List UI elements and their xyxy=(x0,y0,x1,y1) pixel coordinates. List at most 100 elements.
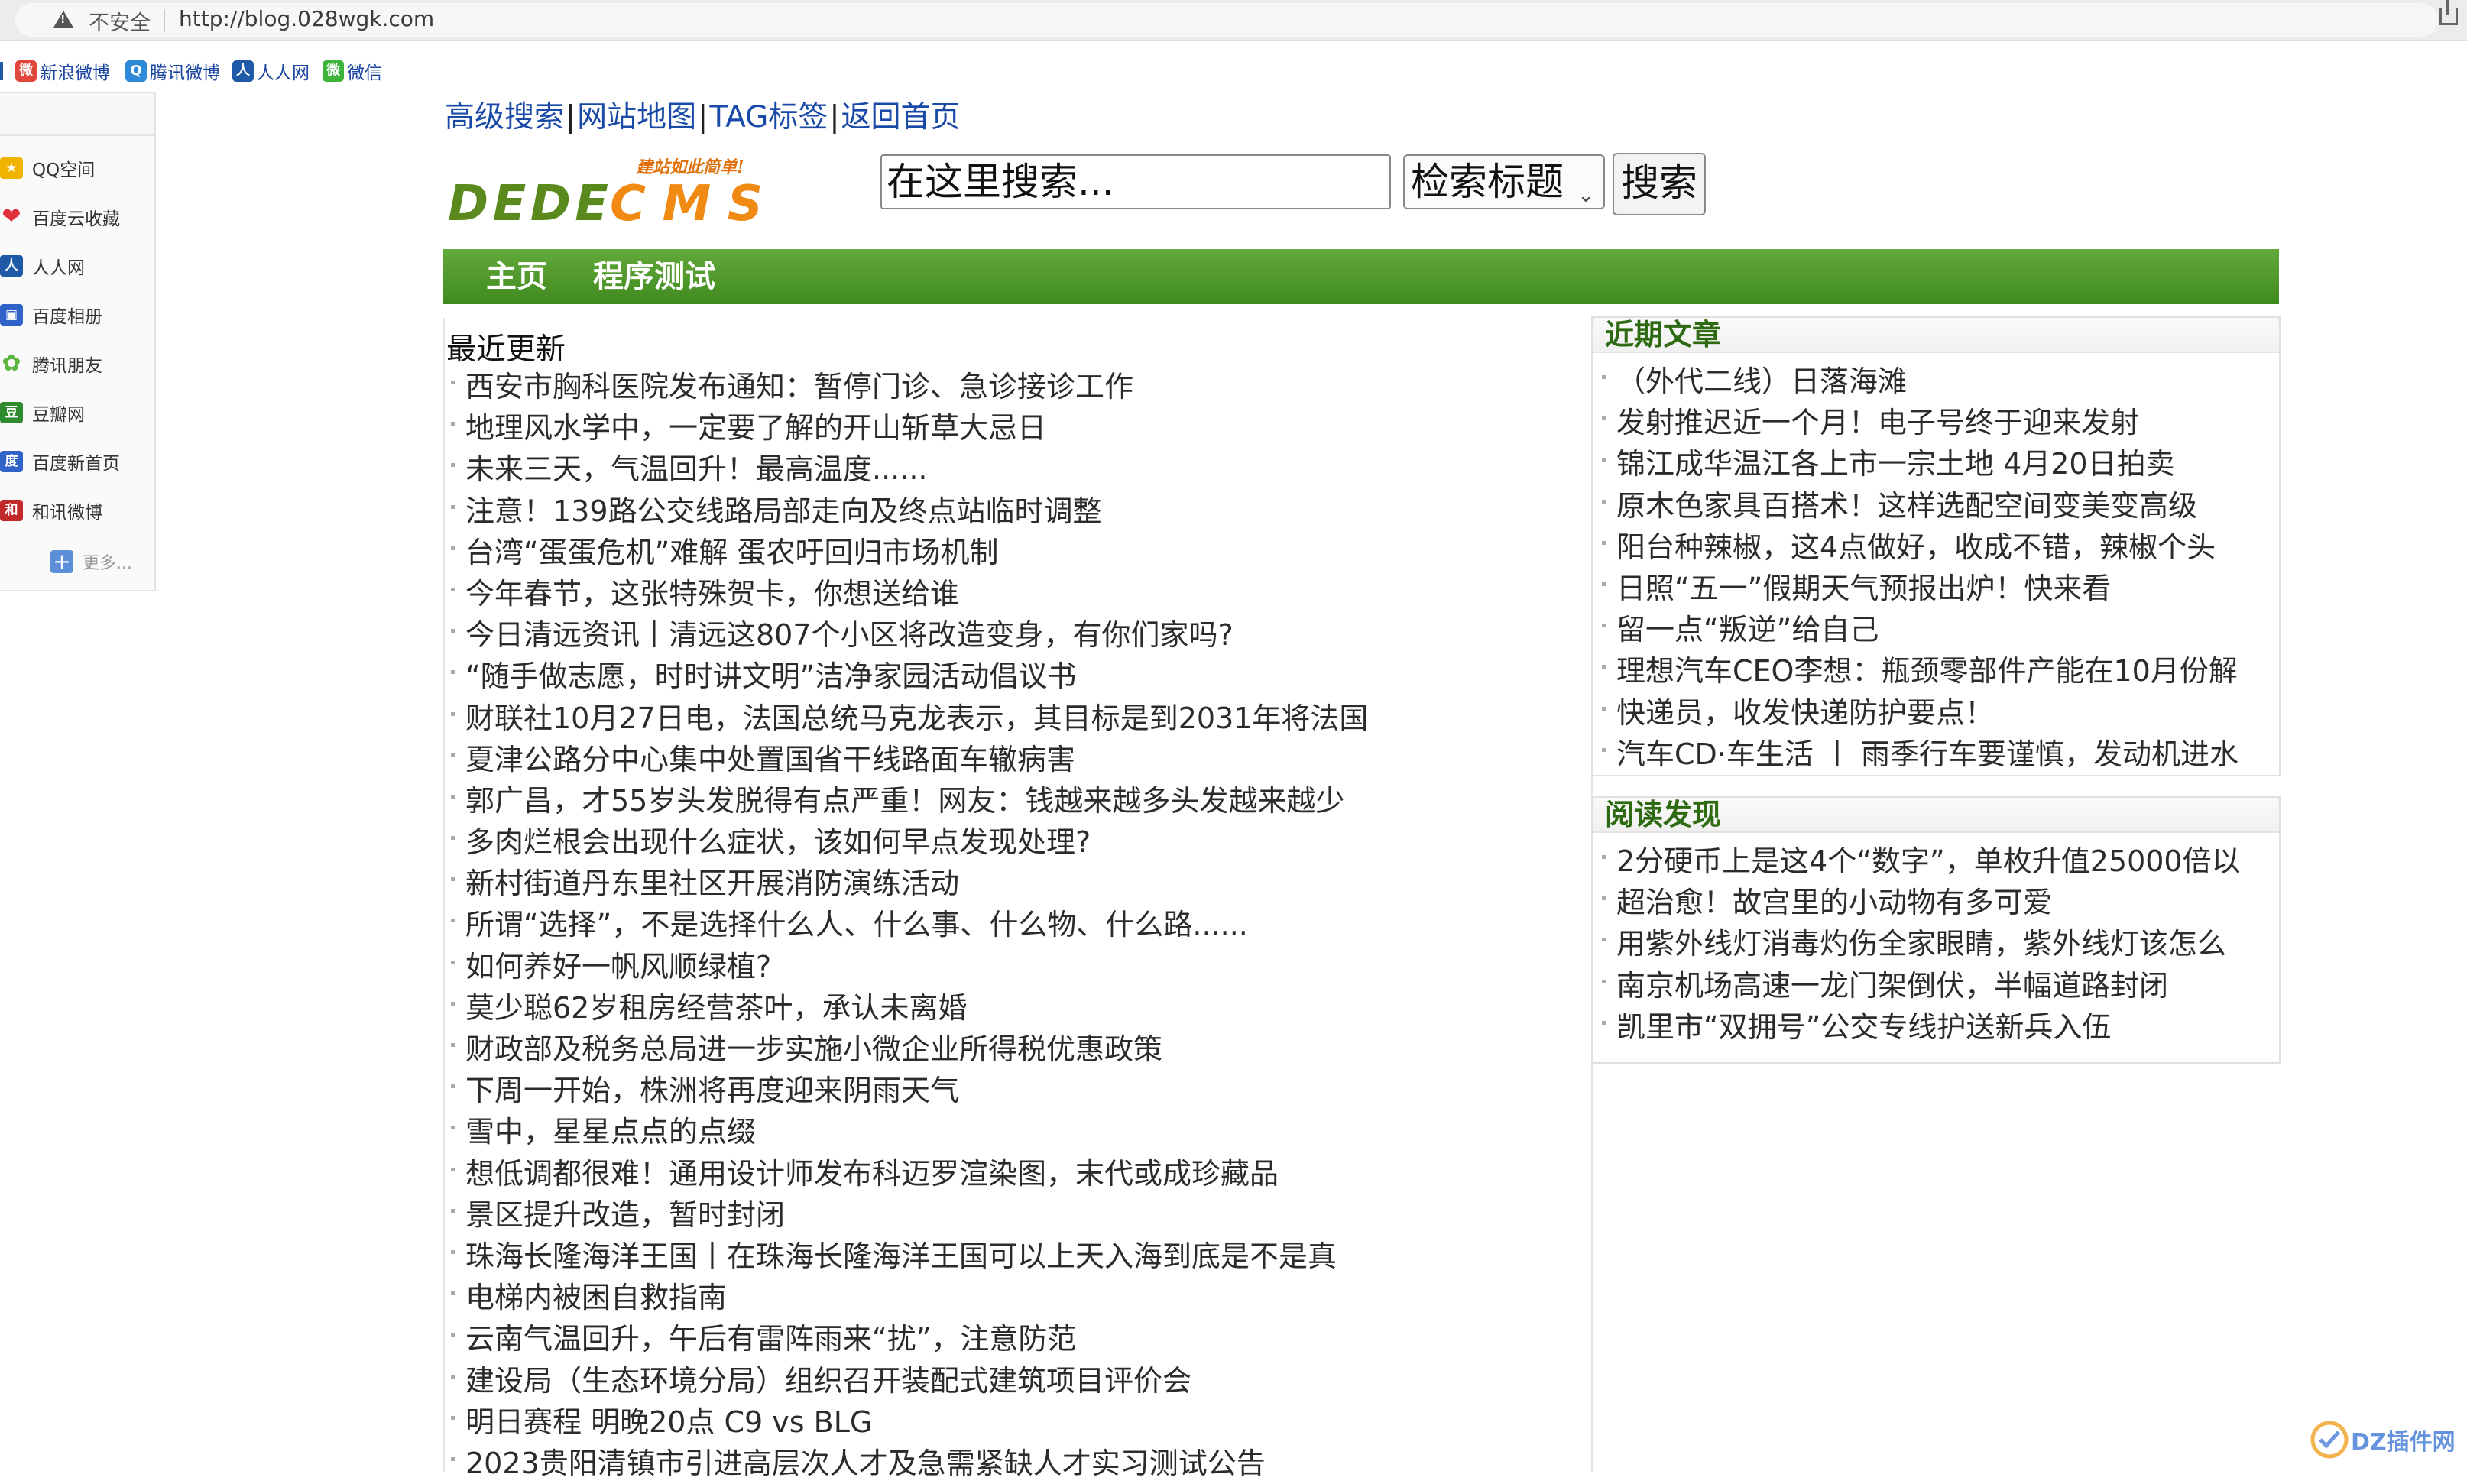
top-links: 高级搜索|网站地图|TAG标签|返回首页 xyxy=(445,93,960,136)
list-item[interactable]: 珠海长隆海洋王国丨在珠海长隆海洋王国可以上天入海到底是不是真 xyxy=(451,1236,1368,1277)
list-item[interactable]: 用紫外线灯消毒灼伤全家眼睛，紫外线灯该怎么 xyxy=(1602,923,2279,964)
recent-list: （外代二线）日落海滩 发射推迟近一个月！电子号终于迎来发射 锦江成华温江各上市一… xyxy=(1593,353,2279,775)
share-item-renren[interactable]: 人 人人网 xyxy=(0,251,85,281)
list-item[interactable]: 郭广昌，才55岁头发脱得有点严重！网友：钱越来越多头发越来越少 xyxy=(451,780,1368,821)
list-item[interactable]: 阳台种辣椒，这4点做好，收成不错，辣椒个头 xyxy=(1602,527,2279,568)
share-more-button[interactable]: + 更多... xyxy=(50,548,132,575)
share-item-baidu-home[interactable]: 度 百度新首页 xyxy=(0,446,120,477)
list-item[interactable]: 2023贵阳清镇市引进高层次人才及急需紧缺人才实习测试公告 xyxy=(451,1443,1368,1484)
list-item[interactable]: 云南气温回升，午后有雷阵雨来“扰”，注意防范 xyxy=(451,1318,1368,1359)
list-item[interactable]: 留一点“叛逆”给自己 xyxy=(1602,609,2279,650)
bookmark-sina-weibo[interactable]: 微 新浪微博 xyxy=(15,58,110,84)
bookmark-wechat[interactable]: 微 微信 xyxy=(323,58,382,84)
latest-title: 最近更新 xyxy=(446,332,566,367)
list-item[interactable]: 地理风水学中，一定要了解的开山斩草大忌日 xyxy=(451,407,1368,449)
list-item[interactable]: 景区提升改造，暂时封闭 xyxy=(451,1194,1368,1236)
list-item[interactable]: 快递员，收发快递防护要点！ xyxy=(1602,692,2279,734)
share-item-label: 百度新首页 xyxy=(32,454,120,474)
list-item[interactable]: 新村街道丹东里社区开展消防演练活动 xyxy=(451,863,1368,904)
list-item[interactable]: 超治愈！故宫里的小动物有多可爱 xyxy=(1602,882,2279,923)
share-item-label: 和讯微博 xyxy=(32,503,102,523)
share-item-hexun[interactable]: 和 和讯微博 xyxy=(0,495,102,526)
home-link[interactable]: 返回首页 xyxy=(841,100,960,134)
url-text[interactable]: http://blog.028wgk.com xyxy=(179,6,434,31)
share-item-baidu-cloud[interactable]: ❤ 百度云收藏 xyxy=(0,202,120,232)
share-item-qzone[interactable]: ★ QQ空间 xyxy=(0,153,95,183)
main-nav: 主页 程序测试 xyxy=(443,249,2279,304)
bookmark-label: 人人网 xyxy=(257,63,310,83)
recent-articles-box: 近期文章 （外代二线）日落海滩 发射推迟近一个月！电子号终于迎来发射 锦江成华温… xyxy=(1591,316,2281,776)
share-item-label: 百度相册 xyxy=(32,307,102,327)
advanced-search-link[interactable]: 高级搜索 xyxy=(445,100,564,134)
share-panel: ★ QQ空间 ❤ 百度云收藏 人 人人网 ▣ 百度相册 ✿ 腾讯朋友 豆 豆瓣网… xyxy=(0,92,156,591)
list-item[interactable]: 财联社10月27日电，法国总统马克龙表示，其目标是到2031年将法国 xyxy=(451,698,1368,739)
watermark-text: DZ插件网 xyxy=(2351,1429,2456,1456)
site-logo[interactable]: 建站如此简单! DEDE CMS xyxy=(448,150,769,234)
list-item[interactable]: 理想汽车CEO李想：瓶颈零部件产能在10月份解 xyxy=(1602,650,2279,692)
list-item[interactable]: 南京机场高速一龙门架倒伏，半幅道路封闭 xyxy=(1602,965,2279,1006)
list-item[interactable]: 日照“五一”假期天气预报出炉！快来看 xyxy=(1602,568,2279,609)
bookmark-renren[interactable]: 人 人人网 xyxy=(232,58,310,84)
hexun-icon: 和 xyxy=(0,500,23,521)
list-item[interactable]: 建设局（生态环境分局）组织召开装配式建筑项目评价会 xyxy=(451,1360,1368,1401)
separator: | xyxy=(829,100,840,134)
bookmark-partial[interactable] xyxy=(0,58,15,84)
list-item[interactable]: 雪中，星星点点的点缀 xyxy=(451,1111,1368,1152)
share-icon[interactable] xyxy=(2439,0,2458,25)
list-item[interactable]: 西安市胸科医院发布通知：暂停门诊、急诊接诊工作 xyxy=(451,366,1368,407)
nav-home[interactable]: 主页 xyxy=(486,249,547,304)
list-item[interactable]: 锦江成华温江各上市一宗土地 4月20日拍卖 xyxy=(1602,443,2279,484)
list-item[interactable]: 下周一开始，株洲将再度迎来阴雨天气 xyxy=(451,1070,1368,1111)
list-item[interactable]: 今日清远资讯丨清远这807个小区将改造变身，有你们家吗? xyxy=(451,614,1368,656)
discover-box: 阅读发现 2分硬币上是这4个“数字”，单枚升值25000倍以 超治愈！故宫里的小… xyxy=(1591,796,2281,1064)
list-item[interactable]: 多肉烂根会出现什么症状，该如何早点发现处理? xyxy=(451,821,1368,863)
share-item-douban[interactable]: 豆 豆瓣网 xyxy=(0,397,85,428)
list-item[interactable]: 莫少聪62岁租房经营茶叶，承认未离婚 xyxy=(451,987,1368,1029)
list-item[interactable]: 想低调都很难！通用设计师发布科迈罗渲染图，末代或成珍藏品 xyxy=(451,1153,1368,1194)
separator: | xyxy=(698,100,708,134)
search-button[interactable]: 搜索 xyxy=(1613,153,1706,215)
list-item[interactable]: 2分硬币上是这4个“数字”，单枚升值25000倍以 xyxy=(1602,841,2279,882)
plus-icon: + xyxy=(50,550,73,573)
chevron-down-icon: ⌄ xyxy=(1577,184,1594,207)
search-input[interactable]: 在这里搜索... xyxy=(880,154,1391,209)
list-item[interactable]: （外代二线）日落海滩 xyxy=(1602,361,2279,402)
select-value: 检索标题 xyxy=(1411,160,1564,204)
discover-list: 2分硬币上是这4个“数字”，单枚升值25000倍以 超治愈！故宫里的小动物有多可… xyxy=(1593,833,2279,1048)
share-item-label: 腾讯朋友 xyxy=(32,356,102,376)
list-item[interactable]: 台湾“蛋蛋危机”难解 蛋农吁回归市场机制 xyxy=(451,532,1368,573)
list-item[interactable]: 原木色家具百搭术！这样选配空间变美变高级 xyxy=(1602,485,2279,527)
sitemap-link[interactable]: 网站地图 xyxy=(577,100,696,134)
list-item[interactable]: 如何养好一帆风顺绿植? xyxy=(451,946,1368,987)
warning-icon xyxy=(53,11,73,28)
list-item[interactable]: “随手做志愿，时时讲文明”洁净家园活动倡议书 xyxy=(451,656,1368,697)
list-item[interactable]: 未来三天，气温回升！最高温度...... xyxy=(451,449,1368,490)
bookmark-label: 腾讯微博 xyxy=(150,63,220,83)
list-item[interactable]: 夏津公路分中心集中处置国省干线路面车辙病害 xyxy=(451,739,1368,780)
baidu-icon: 度 xyxy=(0,451,23,472)
list-item[interactable]: 汽车CD·车生活 丨 雨季行车要谨慎，发动机进水 xyxy=(1602,734,2279,775)
wechat-icon: 微 xyxy=(323,60,344,82)
list-item[interactable]: 发射推迟近一个月！电子号终于迎来发射 xyxy=(1602,402,2279,443)
address-bar: 不安全 http://blog.028wgk.com xyxy=(0,0,2467,41)
list-item[interactable]: 凯里市“双拥号”公交专线护送新兵入伍 xyxy=(1602,1006,2279,1048)
security-label: 不安全 xyxy=(89,11,151,35)
share-item-label: 百度云收藏 xyxy=(32,209,120,229)
list-item[interactable]: 注意！139路公交线路局部走向及终点站临时调整 xyxy=(451,491,1368,532)
logo-slogan: 建站如此简单! xyxy=(635,157,744,177)
bookmark-tencent-weibo[interactable]: Q 腾讯微博 xyxy=(125,58,220,84)
list-item[interactable]: 电梯内被困自救指南 xyxy=(451,1277,1368,1318)
url-field[interactable]: 不安全 http://blog.028wgk.com xyxy=(15,3,2438,37)
list-item[interactable]: 今年春节，这张特殊贺卡，你想送给谁 xyxy=(451,573,1368,614)
search-type-select[interactable]: 检索标题 ⌄ xyxy=(1403,154,1605,209)
share-panel-header xyxy=(0,93,154,136)
latest-list: 西安市胸科医院发布通知：暂停门诊、急诊接诊工作 地理风水学中，一定要了解的开山斩… xyxy=(451,366,1368,1484)
tag-link[interactable]: TAG标签 xyxy=(709,100,828,134)
nav-program-test[interactable]: 程序测试 xyxy=(593,249,715,304)
list-item[interactable]: 明日赛程 明晚20点 C9 vs BLG xyxy=(451,1401,1368,1443)
share-item-baidu-album[interactable]: ▣ 百度相册 xyxy=(0,300,102,330)
heart-icon: ❤ xyxy=(2,203,21,230)
share-item-tencent-friend[interactable]: ✿ 腾讯朋友 xyxy=(0,348,102,379)
list-item[interactable]: 所谓“选择”，不是选择什么人、什么事、什么物、什么路...... xyxy=(451,904,1368,945)
list-item[interactable]: 财政部及税务总局进一步实施小微企业所得税优惠政策 xyxy=(451,1029,1368,1070)
